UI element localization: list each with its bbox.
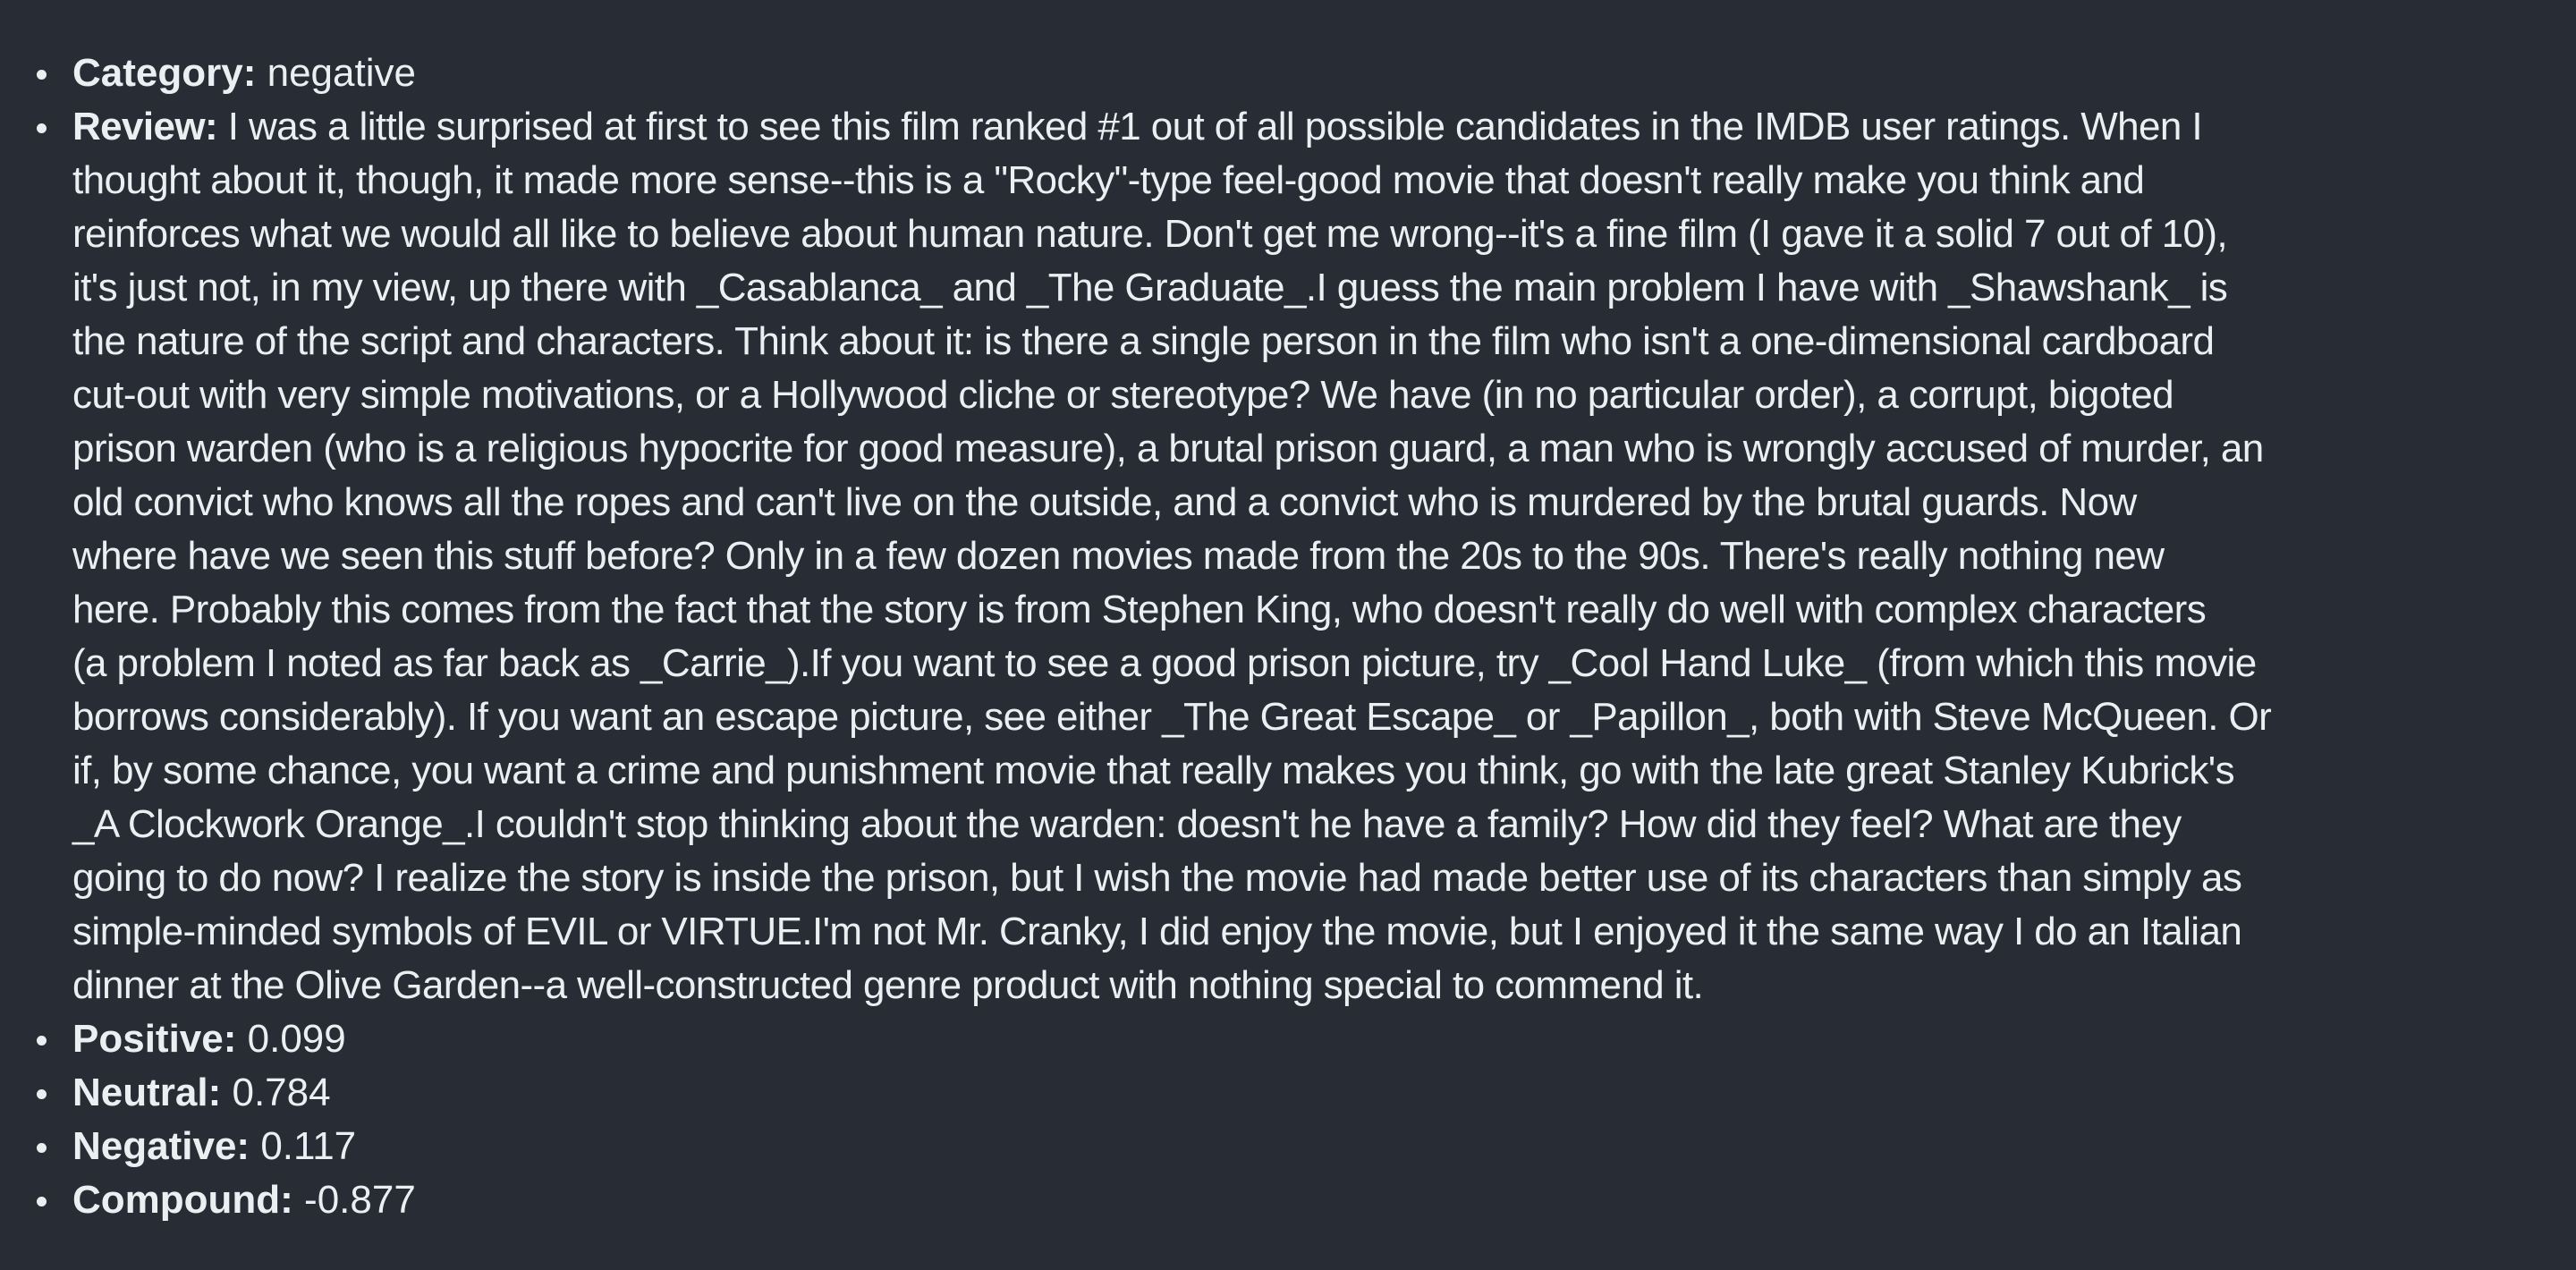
compound-value: -0.877	[304, 1178, 416, 1222]
review-line: if, by some chance, you want a crime and…	[72, 749, 2235, 792]
review-line: reinforces what we would all like to bel…	[72, 212, 2228, 256]
review-text: I was a little surprised at first to see…	[227, 105, 2203, 148]
review-line: where have we seen this stuff before? On…	[72, 534, 2165, 578]
negative-value: 0.117	[260, 1124, 357, 1168]
neutral-item: Neutral: 0.784	[37, 1066, 2576, 1120]
neutral-value: 0.784	[232, 1071, 331, 1114]
review-line: going to do now? I realize the story is …	[72, 856, 2242, 900]
positive-value: 0.099	[247, 1017, 346, 1061]
review-line: thought about it, though, it made more s…	[72, 158, 2145, 202]
compound-label: Compound:	[72, 1178, 293, 1222]
review-line: old convict who knows all the ropes and …	[72, 480, 2137, 524]
compound-item: Compound: -0.877	[37, 1173, 2576, 1227]
category-item: Category: negative	[37, 47, 2576, 100]
category-label: Category:	[72, 51, 257, 95]
positive-item: Positive: 0.099	[37, 1012, 2576, 1066]
category-value: negative	[267, 51, 416, 95]
review-line: Review: I was a little surprised at firs…	[72, 100, 2576, 154]
review-line: dinner at the Olive Garden--a well-const…	[72, 963, 1704, 1007]
review-line: _A Clockwork Orange_.I couldn't stop thi…	[72, 802, 2182, 846]
review-label: Review:	[72, 105, 218, 148]
negative-label: Negative:	[72, 1124, 250, 1168]
neutral-label: Neutral:	[72, 1071, 222, 1114]
review-line: (a problem I noted as far back as _Carri…	[72, 641, 2257, 685]
review-line: borrows considerably). If you want an es…	[72, 695, 2272, 739]
sentiment-result-list: Category: negative Review: I was a littl…	[0, 0, 2576, 1227]
review-item: Review: I was a little surprised at firs…	[37, 100, 2576, 1012]
review-line: prison warden (who is a religious hypocr…	[72, 427, 2264, 470]
review-line: cut-out with very simple motivations, or…	[72, 373, 2174, 417]
negative-item: Negative: 0.117	[37, 1120, 2576, 1173]
review-line: simple-minded symbols of EVIL or VIRTUE.…	[72, 910, 2242, 953]
positive-label: Positive:	[72, 1017, 237, 1061]
review-line: it's just not, in my view, up there with…	[72, 266, 2228, 309]
review-line: the nature of the script and characters.…	[72, 319, 2215, 363]
review-line: here. Probably this comes from the fact …	[72, 588, 2207, 631]
